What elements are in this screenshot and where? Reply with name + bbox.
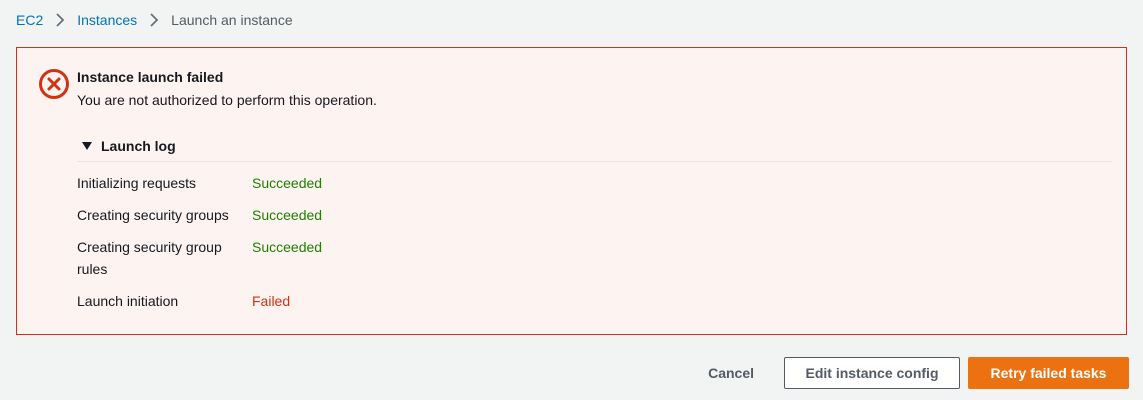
launch-log-row: Launch initiation Failed	[77, 290, 1077, 312]
edit-instance-config-button[interactable]: Edit instance config	[784, 357, 960, 389]
form-actions: Cancel Edit instance config Retry failed…	[688, 357, 1129, 389]
log-task-name: Creating security group rules	[77, 239, 222, 277]
launch-log-row: Creating security groups Succeeded	[77, 204, 1077, 226]
error-alert: Instance launch failed You are not autho…	[16, 47, 1127, 335]
log-task-status: Succeeded	[252, 207, 323, 223]
log-task-status: Failed	[252, 293, 291, 309]
cancel-button[interactable]: Cancel	[688, 357, 774, 389]
chevron-right-icon	[143, 10, 165, 30]
launch-log-row: Creating security group rules Succeeded	[77, 236, 1077, 280]
retry-failed-tasks-button[interactable]: Retry failed tasks	[968, 357, 1129, 389]
launch-log-label: Launch log	[101, 138, 176, 154]
log-task-name: Initializing requests	[77, 175, 197, 191]
breadcrumb: EC2 Instances Launch an instance	[16, 10, 293, 30]
launch-log-list: Initializing requests Succeeded Creating…	[77, 172, 1077, 322]
error-circle-x-icon	[38, 68, 70, 100]
breadcrumb-current-page: Launch an instance	[171, 12, 293, 28]
alert-message: You are not authorized to perform this o…	[77, 92, 377, 108]
log-task-name: Creating security groups	[77, 207, 229, 223]
log-task-status: Succeeded	[252, 175, 323, 191]
launch-log-row: Initializing requests Succeeded	[77, 172, 1077, 194]
launch-log-toggle[interactable]: Launch log	[81, 138, 176, 154]
chevron-right-icon	[49, 10, 71, 30]
log-task-name: Launch initiation	[77, 293, 179, 309]
caret-down-icon	[82, 142, 92, 150]
divider	[77, 161, 1112, 162]
breadcrumb-ec2-link[interactable]: EC2	[16, 12, 43, 28]
alert-title: Instance launch failed	[77, 69, 224, 85]
breadcrumb-instances-link[interactable]: Instances	[77, 12, 137, 28]
log-task-status: Succeeded	[252, 239, 323, 255]
